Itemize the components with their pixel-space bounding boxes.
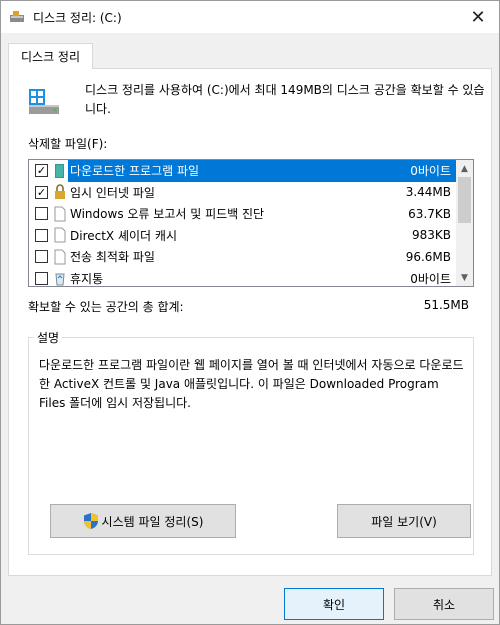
- list-item[interactable]: ✓ 임시 인터넷 파일 3.44MB: [29, 182, 457, 204]
- file-size: 96.6MB: [405, 249, 451, 264]
- window-title: 디스크 정리: (C:): [33, 11, 122, 25]
- description-legend: 설명: [34, 329, 63, 346]
- file-icon: [54, 227, 66, 243]
- file-name: 임시 인터넷 파일: [70, 185, 155, 200]
- file-size: 983KB: [411, 228, 451, 243]
- cleanup-system-files-button[interactable]: 시스템 파일 정리(S): [50, 504, 236, 538]
- file-name: 전송 최적화 파일: [70, 250, 155, 265]
- list-item[interactable]: ✓ 다운로드한 프로그램 파일 0바이트: [29, 160, 457, 182]
- hard-drive-icon: [29, 89, 59, 114]
- intro-text: 디스크 정리를 사용하여 (C:)에서 최대 149MB의 디스크 공간을 확보…: [85, 83, 485, 116]
- checkbox[interactable]: ✓: [35, 164, 48, 178]
- file-size: 63.7KB: [408, 206, 451, 221]
- file-name: 다운로드한 프로그램 파일: [70, 164, 200, 179]
- total-space-label: 확보할 수 있는 공간의 총 합계:: [28, 300, 184, 314]
- file-name: DirectX 셰이더 캐시: [70, 228, 177, 243]
- scroll-up-arrow-icon[interactable]: ▲: [456, 160, 473, 177]
- files-to-delete-label: 삭제할 파일(F):: [28, 137, 108, 151]
- ok-button[interactable]: 확인: [284, 588, 384, 620]
- file-name: Windows 오류 보고서 및 피드백 진단: [70, 207, 265, 222]
- file-size: 0바이트: [410, 164, 451, 179]
- folder-icon: [55, 163, 64, 178]
- title-bar: 디스크 정리: (C:) ✕: [1, 1, 499, 33]
- description-text: 다운로드한 프로그램 파일이란 웹 페이지를 열어 볼 때 인터넷에서 자동으로…: [39, 358, 464, 410]
- checkbox[interactable]: ✓: [35, 185, 48, 199]
- checkbox[interactable]: [35, 271, 48, 285]
- file-name: 휴지통: [70, 271, 104, 286]
- list-item[interactable]: Windows 오류 보고서 및 피드백 진단 63.7KB: [29, 203, 457, 225]
- shield-icon: [83, 513, 98, 529]
- scroll-down-arrow-icon[interactable]: ▼: [456, 269, 473, 286]
- button-label: 확인: [322, 597, 346, 612]
- total-space-value: 51.5MB: [423, 298, 469, 312]
- description-group: 다운로드한 프로그램 파일이란 웹 페이지를 열어 볼 때 인터넷에서 자동으로…: [28, 337, 474, 555]
- files-listbox[interactable]: ✓ 다운로드한 프로그램 파일 0바이트 ✓ 임시 인터넷 파일 3.44MB …: [28, 159, 474, 287]
- view-files-button[interactable]: 파일 보기(V): [337, 504, 471, 538]
- file-icon: [54, 249, 66, 265]
- cancel-button[interactable]: 취소: [394, 588, 494, 620]
- list-scrollbar[interactable]: ▲ ▼: [456, 160, 473, 286]
- list-item[interactable]: 휴지통 0바이트: [29, 268, 457, 287]
- lock-icon: [55, 184, 65, 200]
- list-item[interactable]: DirectX 셰이더 캐시 983KB: [29, 225, 457, 247]
- tab-panel: 디스크 정리를 사용하여 (C:)에서 최대 149MB의 디스크 공간을 확보…: [8, 68, 492, 576]
- close-icon: ✕: [470, 6, 486, 28]
- file-size: 3.44MB: [405, 185, 451, 200]
- checkbox[interactable]: [35, 250, 48, 264]
- scroll-thumb[interactable]: [458, 177, 471, 223]
- tab-label: 디스크 정리: [20, 50, 80, 64]
- checkbox[interactable]: [35, 228, 48, 242]
- disk-cleanup-icon: [10, 11, 24, 22]
- close-button[interactable]: ✕: [463, 5, 493, 29]
- check-icon: ✓: [36, 185, 47, 199]
- button-label: 시스템 파일 정리(S): [101, 514, 204, 529]
- disk-cleanup-window: 디스크 정리: (C:) ✕ 디스크 정리 디스크 정리를 사용하여 (C:)에…: [0, 0, 500, 625]
- button-label: 파일 보기(V): [371, 514, 437, 529]
- list-item[interactable]: 전송 최적화 파일 96.6MB: [29, 246, 457, 268]
- tab-disk-cleanup[interactable]: 디스크 정리: [8, 43, 93, 69]
- checkbox[interactable]: [35, 207, 48, 221]
- file-size: 0바이트: [410, 271, 451, 286]
- file-icon: [54, 206, 66, 222]
- recycle-bin-icon: [55, 273, 65, 286]
- button-label: 취소: [432, 597, 456, 612]
- check-icon: ✓: [36, 164, 47, 178]
